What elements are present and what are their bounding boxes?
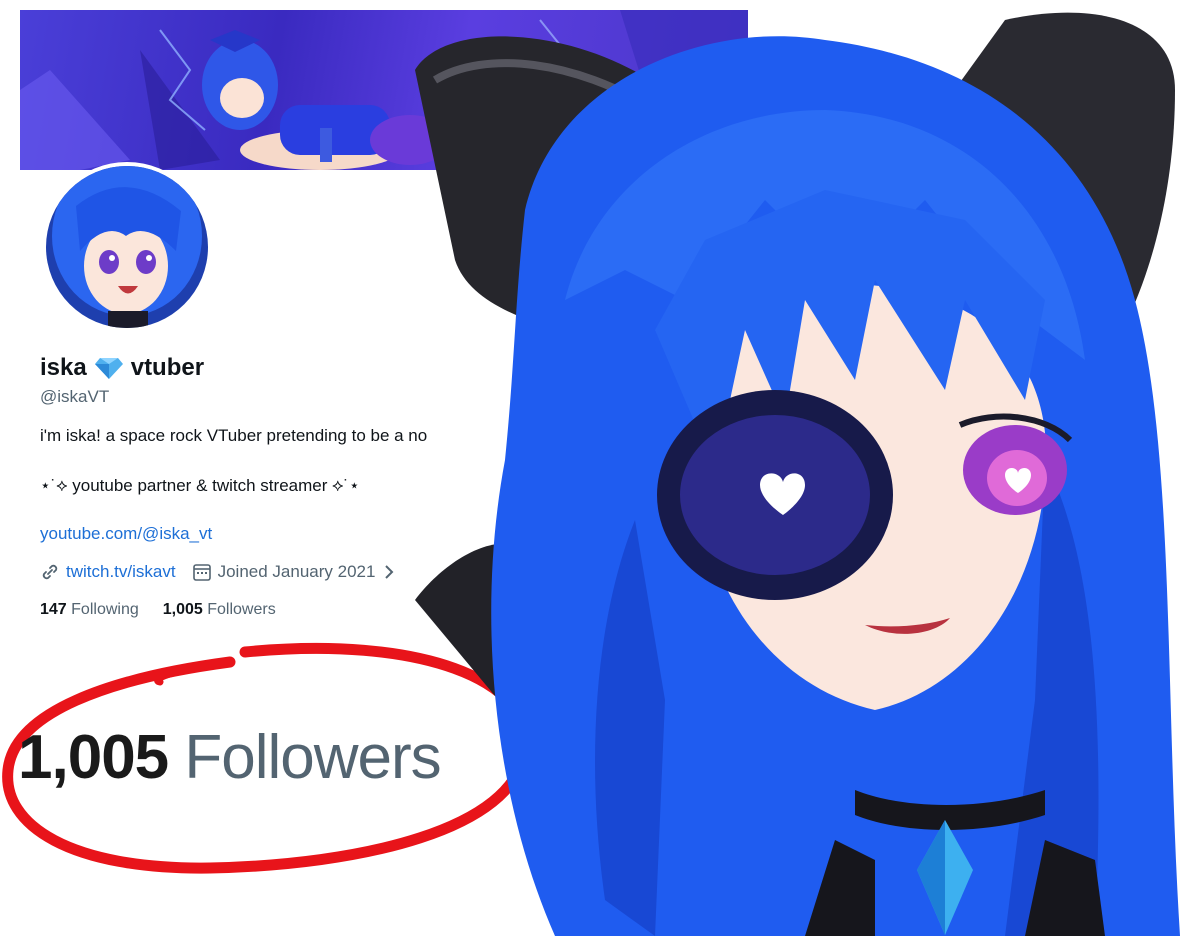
- followers-count: 1,005: [162, 601, 203, 618]
- callout-label: Followers: [184, 723, 441, 792]
- follow-stats: 147 Following 1,005 Followers: [40, 601, 276, 619]
- followers-callout: 1,005 Followers: [18, 722, 442, 793]
- calendar-icon: [192, 564, 211, 581]
- callout-count: 1,005: [18, 723, 169, 792]
- bio-line-2: ⋆˙⟡ youtube partner & twitch streamer ⟡˙…: [40, 476, 360, 495]
- profile-handle: @iskaVT: [40, 387, 110, 406]
- display-name: iska vtuber: [40, 354, 204, 382]
- twitch-link[interactable]: twitch.tv/iskavt: [66, 562, 176, 582]
- profile-meta: twitch.tv/iskavt Joined January 2021: [40, 562, 405, 582]
- link-icon: [42, 564, 58, 580]
- display-name-part2: vtuber: [130, 354, 205, 381]
- followers-stat[interactable]: 1,005 Followers: [163, 601, 276, 619]
- following-stat[interactable]: 147 Following: [40, 601, 139, 619]
- following-label: Following: [71, 601, 139, 618]
- profile-avatar[interactable]: [42, 162, 212, 332]
- following-count: 147: [40, 601, 67, 618]
- joined-date: Joined January 2021: [217, 562, 376, 581]
- gem-icon: [94, 358, 123, 379]
- character-illustration: [415, 12, 1180, 936]
- chevron-right-icon[interactable]: [379, 562, 399, 582]
- bio-line-1: i'm iska! a space rock VTuber pretending…: [40, 426, 428, 445]
- display-name-part1: iska: [40, 354, 87, 381]
- youtube-link[interactable]: youtube.com/@iska_vt: [40, 524, 212, 544]
- followers-label: Followers: [207, 601, 276, 618]
